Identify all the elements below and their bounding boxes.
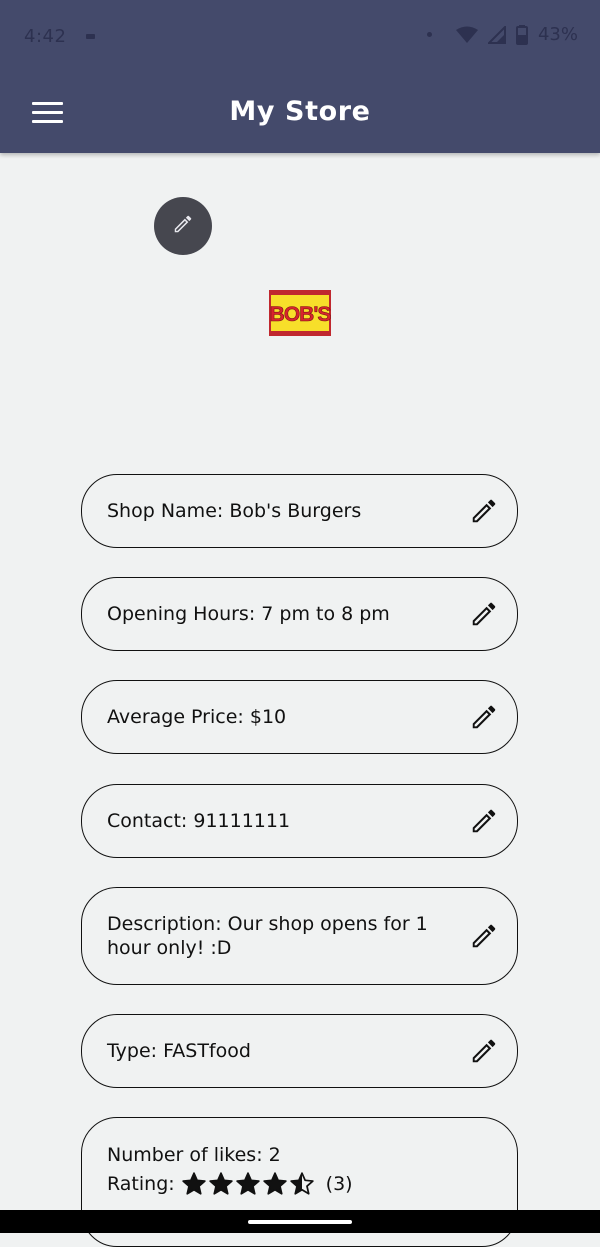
edit-opening-hours-button[interactable]: [469, 599, 499, 629]
type-field: Type: FASTfood: [81, 1014, 518, 1088]
system-nav-bar: [0, 1210, 600, 1233]
logo-text: BOB'S: [270, 303, 331, 326]
home-handle[interactable]: [248, 1220, 352, 1224]
edit-shop-name-button[interactable]: [469, 496, 499, 526]
likes-count: Number of likes: 2: [107, 1144, 281, 1166]
notification-dot-icon: [426, 32, 432, 37]
battery-icon: [515, 24, 528, 45]
edit-description-button[interactable]: [469, 921, 499, 951]
description-label: Description: Our shop opens for 1 hour o…: [107, 913, 434, 959]
average-price-field: Average Price: $10: [81, 680, 518, 754]
status-indicators: 43%: [426, 24, 578, 45]
pencil-icon: [472, 602, 496, 626]
edit-average-price-button[interactable]: [469, 702, 499, 732]
star-half-icon: [289, 1172, 314, 1195]
opening-hours-label: Opening Hours: 7 pm to 8 pm: [107, 603, 390, 625]
edit-contact-button[interactable]: [469, 806, 499, 836]
wifi-icon: [455, 26, 478, 44]
signal-icon: [487, 25, 506, 44]
pencil-icon: [472, 1039, 496, 1063]
star-filled-icon: [181, 1172, 206, 1195]
pencil-icon: [472, 705, 496, 729]
rating-row: Rating: (3): [107, 1171, 353, 1197]
description-field: Description: Our shop opens for 1 hour o…: [81, 887, 518, 985]
top-app-bar: 4:42 43% My Store: [0, 0, 600, 153]
battery-percent: 43%: [537, 24, 578, 45]
store-logo: BOB'S: [269, 290, 333, 336]
shop-name-label: Shop Name: Bob's Burgers: [107, 500, 362, 522]
edit-type-button[interactable]: [469, 1036, 499, 1066]
pencil-icon: [172, 213, 194, 240]
pencil-icon: [472, 499, 496, 523]
edit-logo-button[interactable]: [154, 197, 212, 255]
star-filled-icon: [262, 1172, 287, 1195]
notification-icon: [86, 34, 95, 39]
rating-stars: [181, 1171, 316, 1197]
contact-label: Contact: 91111111: [107, 810, 291, 832]
average-price-label: Average Price: $10: [107, 706, 287, 728]
pencil-icon: [472, 809, 496, 833]
status-time: 4:42: [24, 26, 67, 47]
status-bar: 4:42 43%: [0, 0, 600, 72]
star-filled-icon: [235, 1172, 260, 1195]
rating-count: (3): [325, 1173, 353, 1195]
opening-hours-field: Opening Hours: 7 pm to 8 pm: [81, 577, 518, 651]
contact-field: Contact: 91111111: [81, 784, 518, 858]
type-label: Type: FASTfood: [107, 1040, 251, 1062]
page-title: My Store: [229, 96, 371, 127]
pencil-icon: [472, 924, 496, 948]
shop-name-field: Shop Name: Bob's Burgers: [81, 474, 518, 548]
rating-label: Rating:: [107, 1173, 175, 1195]
star-filled-icon: [208, 1172, 233, 1195]
